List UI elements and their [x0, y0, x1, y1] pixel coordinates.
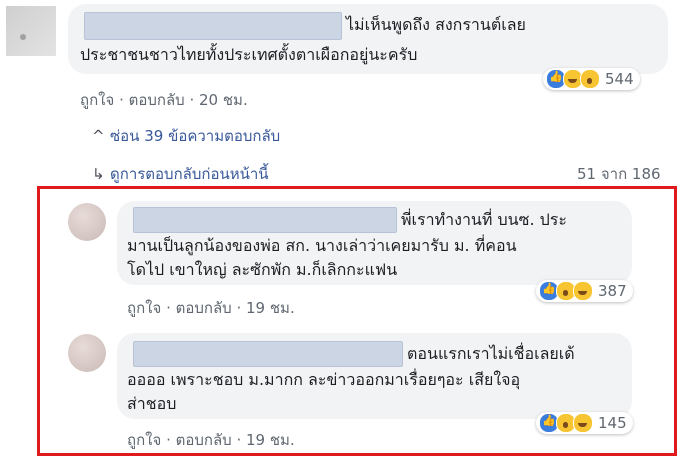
chevron-up-icon: ^ [92, 127, 105, 145]
reply-link[interactable]: ตอบกลับ [129, 91, 185, 109]
separator-dot: · [189, 91, 200, 109]
comment-time: 20 ชม. [199, 91, 248, 109]
highlight-box [37, 186, 677, 456]
comment-actions: ถูกใจ · ตอบกลับ · 20 ชม. [80, 88, 248, 112]
reply-pager: 51 จาก 186 [577, 165, 661, 183]
reaction-count: 544 [605, 70, 634, 88]
reaction-summary[interactable]: 544 [543, 68, 640, 90]
like-link[interactable]: ถูกใจ [80, 91, 114, 109]
comment-text-line-1: ไม่เห็นพูดถึง สงกรานต์เลย [346, 15, 526, 34]
wow-icon [580, 69, 600, 89]
comment-bubble: ไม่เห็นพูดถึง สงกรานต์เลย ประชาชนชาวไทยท… [68, 4, 668, 74]
comment-text-line-2: ประชาชนชาวไทยทั้งประเทศตั้งตาเผือกอยู่นะ… [80, 45, 418, 64]
blurred-username[interactable] [84, 12, 342, 40]
hide-replies-link[interactable]: ^ ซ่อน 39 ข้อความตอบกลับ [92, 124, 280, 148]
commenter-avatar[interactable] [6, 6, 56, 56]
reply-arrow-icon: ↳ [92, 165, 105, 183]
avatar-placeholder-mark [20, 34, 26, 40]
hide-replies-label: ซ่อน 39 ข้อความตอบกลับ [110, 127, 281, 145]
separator-dot: · [119, 91, 129, 109]
view-previous-label: ดูการตอบกลับก่อนหน้านี้ [110, 165, 269, 183]
view-previous-replies-link[interactable]: ↳ ดูการตอบกลับก่อนหน้านี้ [92, 162, 269, 186]
